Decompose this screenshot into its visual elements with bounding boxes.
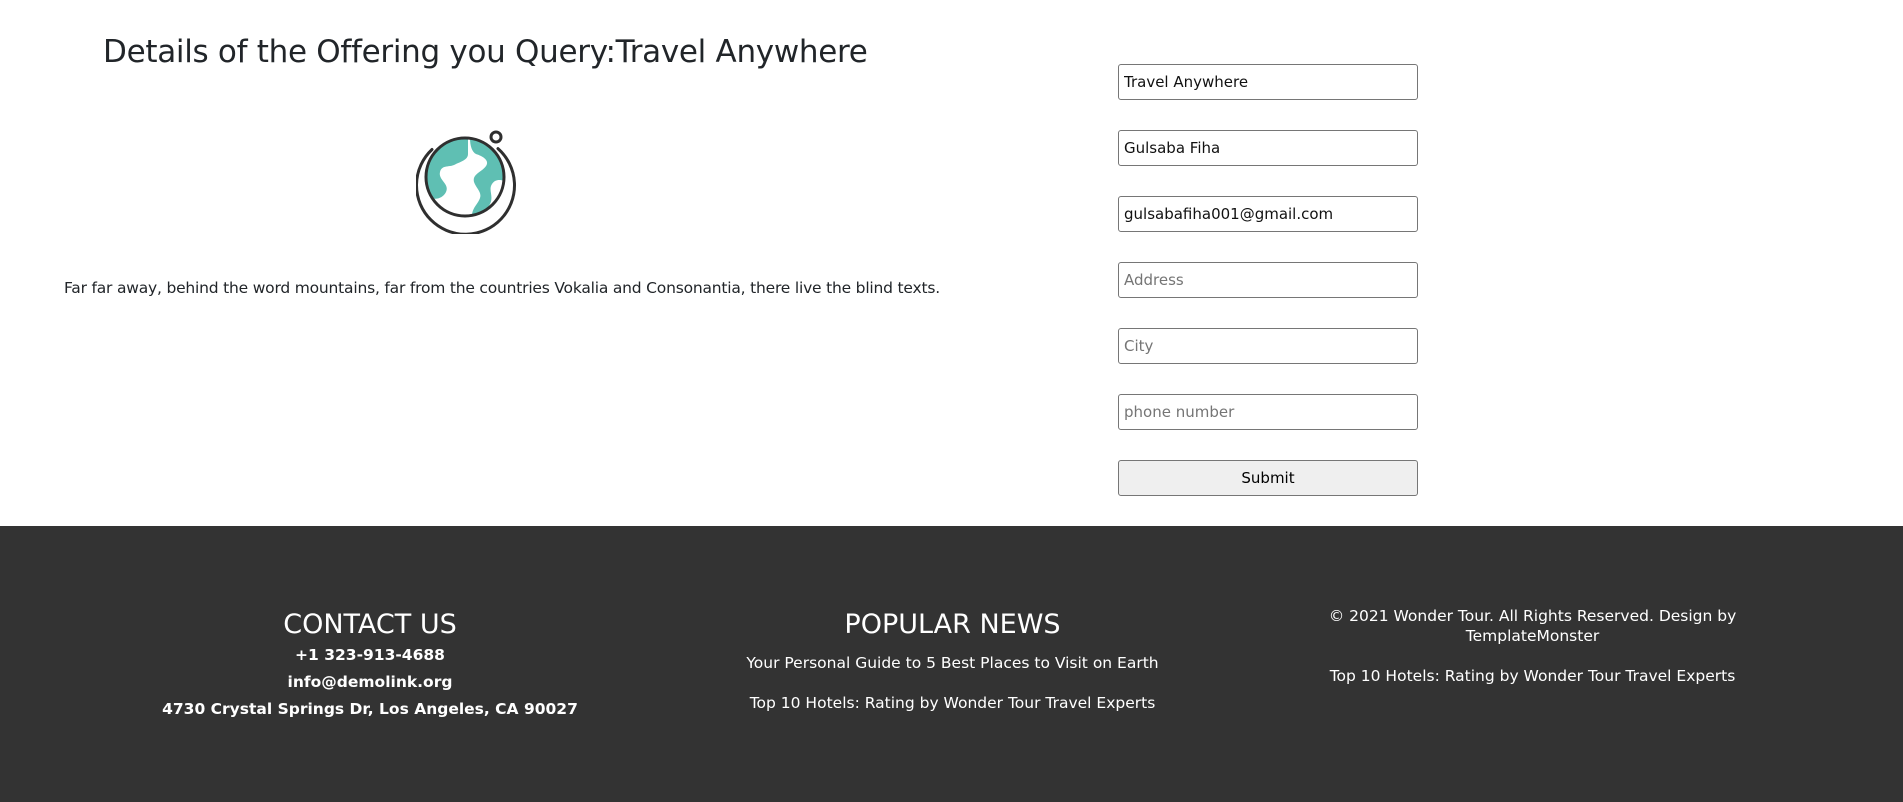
news-list: Your Personal Guide to 5 Best Places to …: [700, 643, 1205, 723]
contact-address: 4730 Crystal Springs Dr, Los Angeles, CA…: [162, 700, 578, 718]
news-link[interactable]: Your Personal Guide to 5 Best Places to …: [700, 643, 1205, 683]
name-field[interactable]: [1118, 130, 1418, 166]
news-link[interactable]: Top 10 Hotels: Rating by Wonder Tour Tra…: [700, 683, 1205, 723]
copyright-text: © 2021 Wonder Tour. All Rights Reserved.…: [1328, 607, 1737, 645]
copyright-section: © 2021 Wonder Tour. All Rights Reserved.…: [1270, 526, 1795, 686]
city-field[interactable]: [1118, 328, 1418, 364]
contact-email: info@demolink.org: [287, 673, 453, 691]
page: Details of the Offering you Query:Travel…: [0, 0, 1903, 802]
offering-details: Details of the Offering you Query:Travel…: [40, 0, 940, 526]
main-section: Details of the Offering you Query:Travel…: [0, 0, 1903, 526]
contact-phone: +1 323-913-4688: [295, 646, 445, 664]
footer-hotels-link[interactable]: Top 10 Hotels: Rating by Wonder Tour Tra…: [1270, 666, 1795, 686]
offering-field[interactable]: [1118, 64, 1418, 100]
contact-section: CONTACT US +1 323-913-4688 info@demolink…: [120, 526, 620, 723]
globe-icon: [415, 124, 526, 236]
contact-heading: CONTACT US: [283, 609, 457, 640]
page-title: Details of the Offering you Query:Travel…: [103, 34, 868, 70]
query-form: Submit: [1118, 64, 1418, 496]
submit-button[interactable]: Submit: [1118, 460, 1418, 496]
address-field[interactable]: [1118, 262, 1418, 298]
news-heading: POPULAR NEWS: [844, 609, 1061, 640]
phone-field[interactable]: [1118, 394, 1418, 430]
footer: CONTACT US +1 323-913-4688 info@demolink…: [0, 526, 1903, 802]
email-field[interactable]: [1118, 196, 1418, 232]
offering-description: Far far away, behind the word mountains,…: [64, 279, 940, 297]
popular-news-section: POPULAR NEWS Your Personal Guide to 5 Be…: [700, 526, 1205, 723]
